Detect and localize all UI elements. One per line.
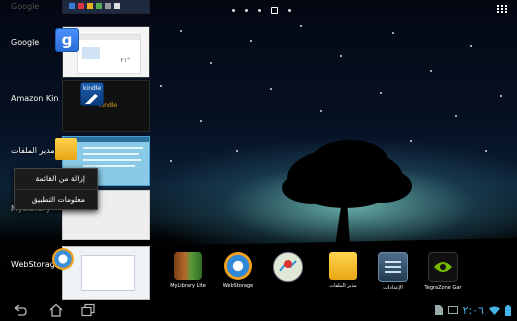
dock-app-tegrazone[interactable]: TegraZone Gar bbox=[415, 252, 471, 291]
webstorage-icon bbox=[52, 248, 74, 270]
dock-app-file-manager[interactable]: مدير الملفات bbox=[315, 252, 371, 289]
recent-app-kindle[interactable]: Amazon Kin kindle kindle bbox=[0, 80, 150, 132]
recent-app-label: Google bbox=[11, 38, 40, 47]
screenshot-notification-icon bbox=[447, 306, 458, 314]
kindle-icon: kindle bbox=[80, 82, 104, 106]
page-dot[interactable] bbox=[245, 9, 248, 12]
folder-icon bbox=[55, 138, 77, 160]
recent-apps-icon[interactable] bbox=[80, 303, 96, 317]
recent-app-webstorage[interactable]: WebStorage bbox=[0, 246, 150, 300]
recent-app-label: مدير الملفات bbox=[11, 146, 55, 155]
all-apps-icon[interactable] bbox=[497, 5, 507, 13]
status-area[interactable]: ٢:٠٦ bbox=[434, 303, 511, 317]
page-dot[interactable] bbox=[258, 9, 261, 12]
dock-app-label: MyLibrary Lite bbox=[170, 283, 206, 289]
google-now-temperature: ٢١° bbox=[120, 57, 130, 64]
maps-icon bbox=[273, 252, 303, 282]
home-page-dot[interactable] bbox=[271, 7, 278, 14]
dock-app-label: الإعدادات bbox=[383, 285, 403, 291]
dock-app-label: TegraZone Gar bbox=[424, 285, 462, 291]
back-icon[interactable] bbox=[12, 303, 28, 317]
recent-app-thumbnail[interactable] bbox=[62, 0, 150, 14]
dock-app-maps[interactable] bbox=[260, 252, 316, 285]
recent-app-label: Google bbox=[11, 2, 40, 11]
page-dot[interactable] bbox=[288, 9, 291, 12]
recent-app-google[interactable]: Google ٢١° g bbox=[0, 26, 150, 78]
app-info-item[interactable]: معلومات التطبيق bbox=[15, 189, 97, 210]
mylibrary-icon bbox=[174, 252, 202, 280]
battery-icon bbox=[505, 304, 511, 316]
recent-apps-panel: Google Google ٢١° g Amazon Kin kindle ki… bbox=[0, 0, 150, 300]
recent-app-thumbnail[interactable] bbox=[62, 246, 150, 300]
recent-app-partial[interactable]: Google bbox=[0, 0, 150, 14]
system-bar: ٢:٠٦ bbox=[0, 300, 517, 321]
settings-icon bbox=[378, 252, 408, 282]
recent-app-thumbnail[interactable]: kindle bbox=[62, 80, 150, 132]
home-icon[interactable] bbox=[48, 303, 64, 317]
dock-app-settings[interactable]: الإعدادات bbox=[365, 252, 421, 291]
dock-app-webstorage[interactable]: WebStorage bbox=[210, 252, 266, 289]
tegrazone-icon bbox=[428, 252, 458, 282]
dock-app-label: WebStorage bbox=[222, 283, 254, 289]
status-clock: ٢:٠٦ bbox=[462, 303, 484, 317]
folder-icon bbox=[329, 252, 357, 280]
webstorage-icon bbox=[224, 252, 252, 280]
recent-app-label: Amazon Kin bbox=[11, 94, 59, 103]
dock-app-label: مدير الملفات bbox=[329, 283, 357, 289]
wifi-icon bbox=[489, 306, 500, 315]
home-page-indicator[interactable] bbox=[232, 7, 291, 14]
dock-app-mylibrary[interactable]: MyLibrary Lite bbox=[160, 252, 216, 289]
home-dock: MyLibrary Lite WebStorage مدير الملفات ا… bbox=[160, 252, 490, 296]
notification-file-icon bbox=[434, 305, 443, 315]
recent-app-context-menu: إزالة من القائمة معلومات التطبيق bbox=[14, 168, 98, 210]
google-search-icon: g bbox=[55, 28, 79, 52]
remove-from-list-item[interactable]: إزالة من القائمة bbox=[15, 169, 97, 189]
page-dot[interactable] bbox=[232, 9, 235, 12]
